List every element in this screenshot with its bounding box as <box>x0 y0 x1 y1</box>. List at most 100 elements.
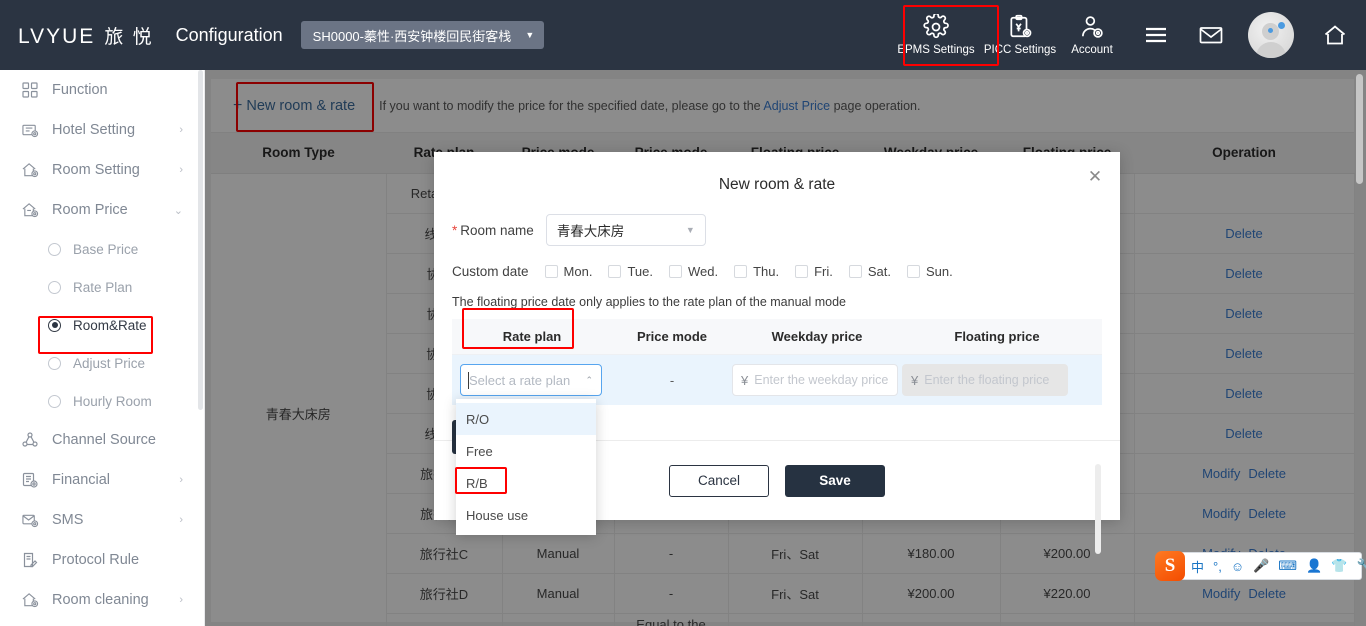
radio-selected-icon <box>48 318 61 332</box>
custom-date-row: Custom date Mon. Tue. Wed. Thu. Fri. Sat… <box>434 264 1120 279</box>
weekday-price-placeholder: Enter the weekday price <box>754 373 889 387</box>
rate-plan-placeholder: Select a rate plan <box>469 372 571 388</box>
sidebar-label-room-price: Room Price <box>52 202 128 218</box>
sidebar-arrow-room-cleaning: › <box>179 594 183 606</box>
ime-keyboard-icon[interactable]: ⌨ <box>1278 558 1297 574</box>
sidebar-arrow-room-price: ⌄ <box>173 204 183 217</box>
save-button[interactable]: Save <box>785 464 885 497</box>
ime-chinese-mode-icon[interactable]: 中 <box>1191 557 1204 576</box>
sidebar-item-room-and-rate[interactable]: Room&Rate <box>0 306 205 344</box>
hamburger-menu-button[interactable] <box>1128 0 1183 70</box>
checkbox-icon <box>608 265 622 278</box>
sidebar-item-hourly-room[interactable]: Hourly Room <box>0 382 205 420</box>
channel-icon <box>22 432 44 448</box>
sidebar-item-function[interactable]: Function <box>0 70 205 110</box>
radio-icon <box>48 242 61 256</box>
floating-price-cell: ¥ Enter the floating price <box>902 364 1092 396</box>
rate-plan-select[interactable]: Select a rate plan ⌃ <box>460 364 602 396</box>
price-mode-cell: - <box>669 372 675 388</box>
sidebar-label-sms: SMS <box>52 512 84 528</box>
inner-col-weekday-price: Weekday price <box>771 329 863 344</box>
sidebar-item-base-price[interactable]: Base Price <box>0 230 205 268</box>
sogou-logo-icon[interactable]: S <box>1155 551 1185 581</box>
rate-plan-cell: Select a rate plan ⌃ <box>452 364 612 396</box>
yen-icon: ¥ <box>741 372 749 388</box>
checkbox-sat-label: Sat. <box>867 264 892 279</box>
nav-account[interactable]: Account <box>1056 0 1128 70</box>
checkbox-icon <box>907 265 921 278</box>
chevron-down-icon: ▼ <box>525 30 535 40</box>
hotel-selector[interactable]: SH0000-蓁性·西安钟楼回民街客栈 ▼ <box>300 21 545 49</box>
ime-emoji-icon[interactable]: ☺ <box>1231 559 1244 574</box>
checkbox-fri-label: Fri. <box>814 264 833 279</box>
brand-logo: LVYUE 旅 悦 <box>18 22 154 49</box>
checkbox-sun[interactable]: Sun. <box>907 264 953 279</box>
protocol-icon <box>22 552 44 568</box>
header-nav: EPMS Settings PICC Settings Account <box>888 0 1366 70</box>
ime-microphone-icon[interactable]: 🎤 <box>1253 558 1269 574</box>
grid-icon <box>22 82 44 98</box>
mail-button[interactable] <box>1183 0 1238 70</box>
checkbox-sat[interactable]: Sat. <box>848 264 892 279</box>
sidebar-item-room-cleaning[interactable]: Room cleaning › <box>0 580 205 620</box>
room-name-select[interactable]: 青春大床房 ▼ <box>545 214 706 246</box>
sidebar-arrow-room-setting: › <box>179 164 183 176</box>
room-name-label: * Room name <box>452 223 534 238</box>
dropdown-option-free[interactable]: Free <box>456 435 596 467</box>
dropdown-option-house-use[interactable]: House use <box>456 499 596 531</box>
room-icon <box>22 162 44 178</box>
sidebar-label-rate-plan: Rate Plan <box>73 279 133 295</box>
weekday-price-cell: ¥ Enter the weekday price <box>732 364 902 396</box>
inner-col-rate-plan: Rate plan <box>502 329 562 344</box>
gear-icon <box>923 14 949 39</box>
cancel-button[interactable]: Cancel <box>669 464 769 497</box>
sidebar-item-protocol-rule[interactable]: Protocol Rule <box>0 540 205 580</box>
text-cursor <box>468 372 469 389</box>
close-icon[interactable]: ✕ <box>1084 166 1106 188</box>
checkbox-icon <box>544 265 558 278</box>
avatar-button[interactable] <box>1238 0 1304 70</box>
nav-epms-label: EPMS Settings <box>897 44 975 56</box>
sidebar-arrow-sms: › <box>179 514 183 526</box>
sidebar-item-sms[interactable]: SMS › <box>0 500 205 540</box>
floating-price-input[interactable]: ¥ Enter the floating price <box>902 364 1068 396</box>
ime-tools-icon[interactable]: 🔧 <box>1356 558 1366 574</box>
sidebar-item-rate-plan[interactable]: Rate Plan <box>0 268 205 306</box>
checkbox-wed[interactable]: Wed. <box>668 264 719 279</box>
dropdown-option-ro[interactable]: R/O <box>456 403 596 435</box>
ime-skin-icon[interactable]: 👕 <box>1331 558 1347 574</box>
checkbox-wed-label: Wed. <box>687 264 719 279</box>
checkbox-thu-label: Thu. <box>753 264 780 279</box>
nav-account-label: Account <box>1071 44 1113 56</box>
dropdown-option-rb[interactable]: R/B <box>456 467 596 499</box>
sidebar-item-room-setting[interactable]: Room Setting › <box>0 150 205 190</box>
checkbox-fri[interactable]: Fri. <box>795 264 833 279</box>
sidebar: Function Hotel Setting › Room Setting › <box>0 70 205 626</box>
mail-icon <box>1199 27 1222 44</box>
checkbox-tue[interactable]: Tue. <box>608 264 653 279</box>
sidebar-item-hotel-setting[interactable]: Hotel Setting › <box>0 110 205 150</box>
weekday-price-input[interactable]: ¥ Enter the weekday price <box>732 364 898 396</box>
page-scrollbar[interactable] <box>1356 74 1363 184</box>
sidebar-item-adjust-price[interactable]: Adjust Price <box>0 344 205 382</box>
sidebar-item-channel-source[interactable]: Channel Source <box>0 420 205 460</box>
required-asterisk: * <box>452 222 458 238</box>
financial-icon <box>22 472 44 488</box>
user-gear-icon <box>1082 16 1103 38</box>
app-title: Configuration <box>175 24 283 45</box>
home-button[interactable] <box>1304 0 1366 70</box>
clipboard-yen-icon <box>1010 14 1032 38</box>
checkbox-thu[interactable]: Thu. <box>734 264 779 279</box>
sidebar-label-base-price: Base Price <box>73 241 139 257</box>
sidebar-label-financial: Financial <box>52 472 111 488</box>
sidebar-item-financial[interactable]: Financial › <box>0 460 205 500</box>
nav-epms-settings[interactable]: EPMS Settings <box>888 0 984 70</box>
logo-text-en: LVYUE <box>18 24 96 48</box>
ime-punctuation-icon[interactable]: °, <box>1213 559 1222 574</box>
rate-plan-dropdown: R/O Free R/B House use <box>456 399 596 535</box>
checkbox-mon[interactable]: Mon. <box>544 264 592 279</box>
sidebar-scrollbar[interactable] <box>198 70 203 410</box>
nav-picc-settings[interactable]: PICC Settings <box>984 0 1056 70</box>
sidebar-item-room-price[interactable]: Room Price ⌄ <box>0 190 205 230</box>
ime-user-icon[interactable]: 👤 <box>1306 558 1322 574</box>
